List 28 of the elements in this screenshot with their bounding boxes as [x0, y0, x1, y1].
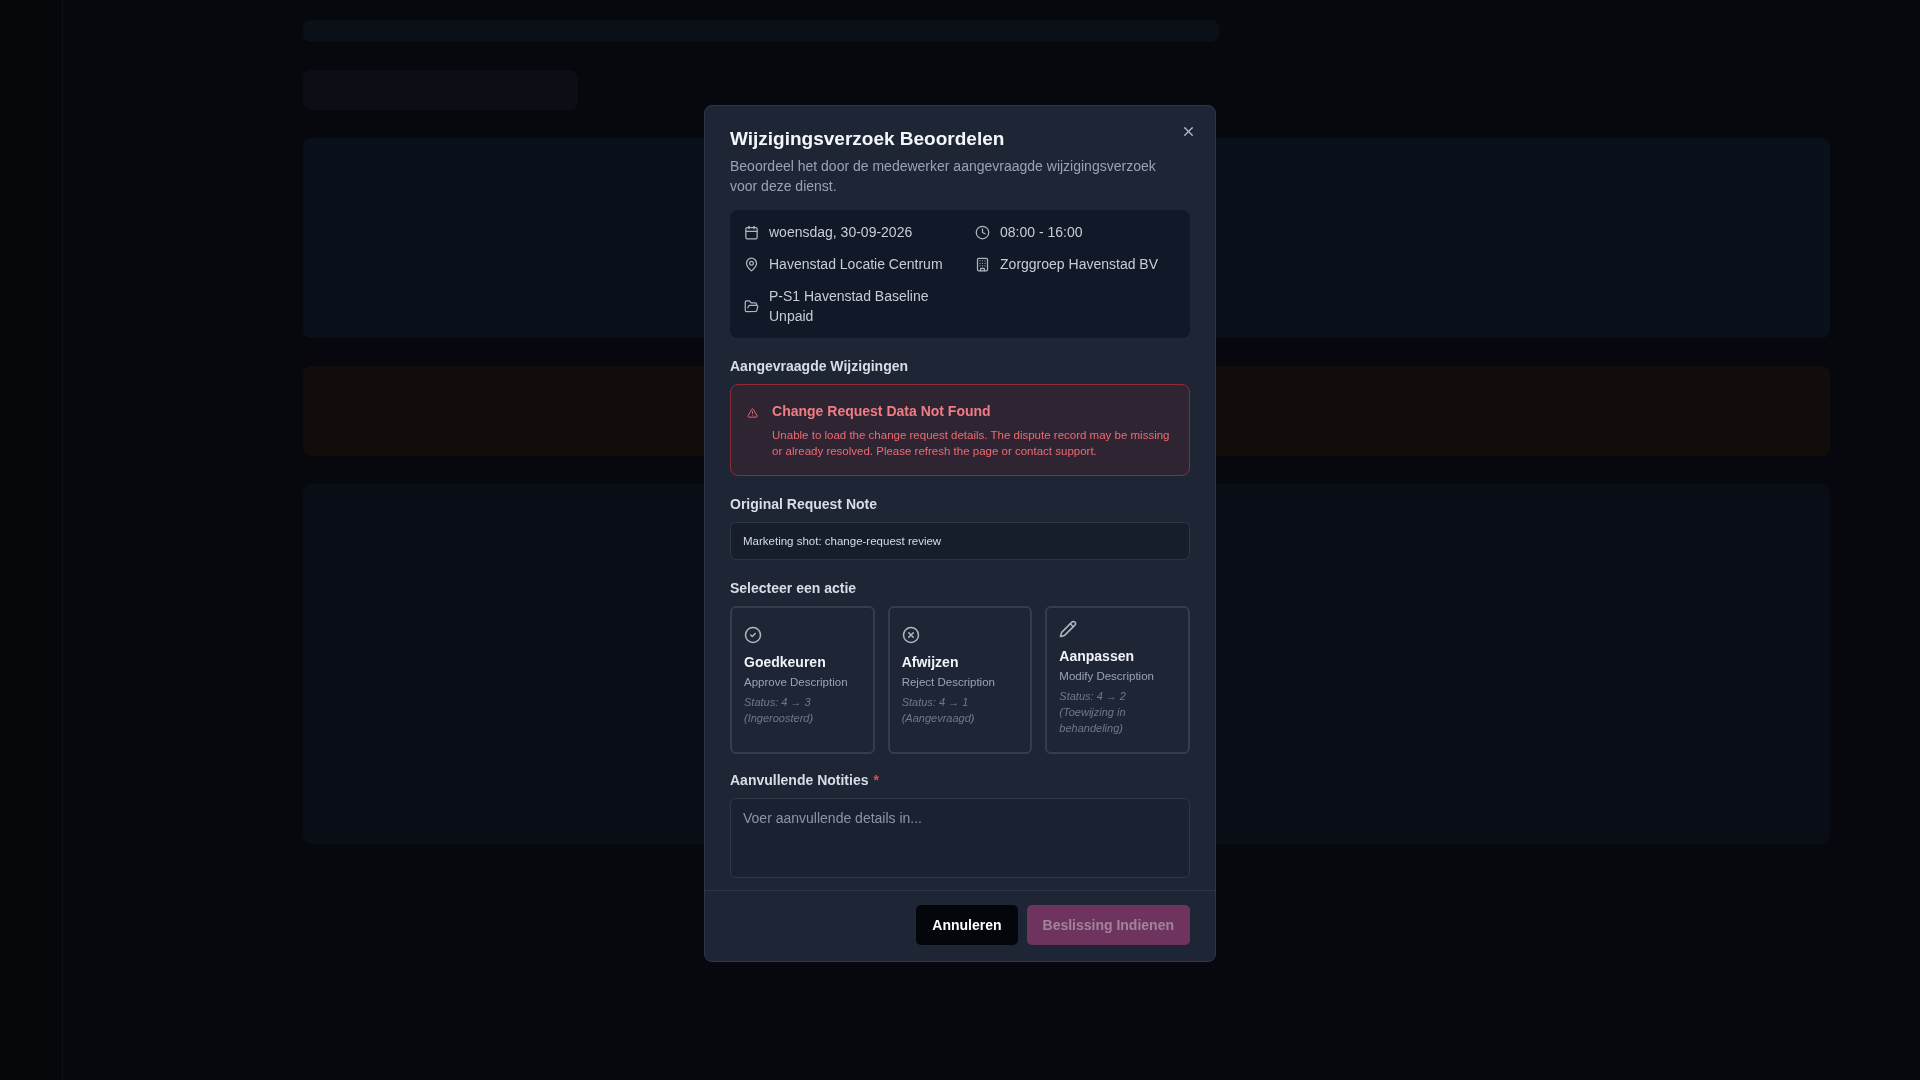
dialog-description: Beoordeel het door de medewerker aangevraagde wijzigingsverzoek voor deze dienst. — [730, 157, 1157, 196]
section-heading: Selecteer een actie — [730, 580, 858, 596]
request-note-box: Marketing shot: change-request review — [730, 522, 1190, 560]
notes-field[interactable]: Voer aanvullende details in... — [730, 798, 1190, 878]
required-mark: * — [873, 772, 879, 788]
action-option-card[interactable]: Aanpassen Modify Description Status: 4 → 2 (Toewijzing in behandeling) — [1045, 606, 1190, 754]
section-heading: Aangevraagde Wijzigingen — [730, 358, 909, 374]
check-circle-icon — [744, 626, 762, 644]
error-title: Change Request Data Not Found — [772, 403, 992, 419]
clock-icon — [975, 224, 991, 240]
dialog-title: Wijzigingsverzoek Beoordelen — [730, 128, 1006, 150]
shift-detail: P-S1 Havenstad Baseline Unpaid — [769, 287, 930, 326]
cancel-button[interactable]: Annuleren — [916, 905, 1018, 945]
action-option-card[interactable]: Afwijzen Reject Description Status: 4 → 1 (Aangevraagd) — [887, 606, 1033, 754]
pencil-icon — [1059, 620, 1078, 638]
section-heading: Original Request Note — [730, 496, 879, 512]
shift-detail: Havenstad Locatie Centrum — [769, 255, 943, 274]
calendar-icon — [744, 224, 759, 240]
building-icon — [975, 256, 991, 272]
x-circle-icon — [901, 626, 920, 644]
shift-detail: Zorggroep Havenstad BV — [1000, 255, 1159, 274]
map-pin-icon — [744, 256, 759, 272]
error-message: Unable to load the change request details. The dispute record may be missing or already resolved. Please refresh the page or contact support. — [772, 428, 1171, 459]
action-option-card[interactable]: Goedkeuren Approve Description Status: 4 → 3 (Ingeroosterd) — [730, 606, 875, 754]
shift-detail: 08:00 - 16:00 — [1000, 223, 1083, 242]
shift-detail: woensdag, 30-09-2026 — [769, 223, 913, 242]
field-label: Aanvullende Notities — [730, 772, 869, 788]
folder-icon — [744, 298, 759, 314]
